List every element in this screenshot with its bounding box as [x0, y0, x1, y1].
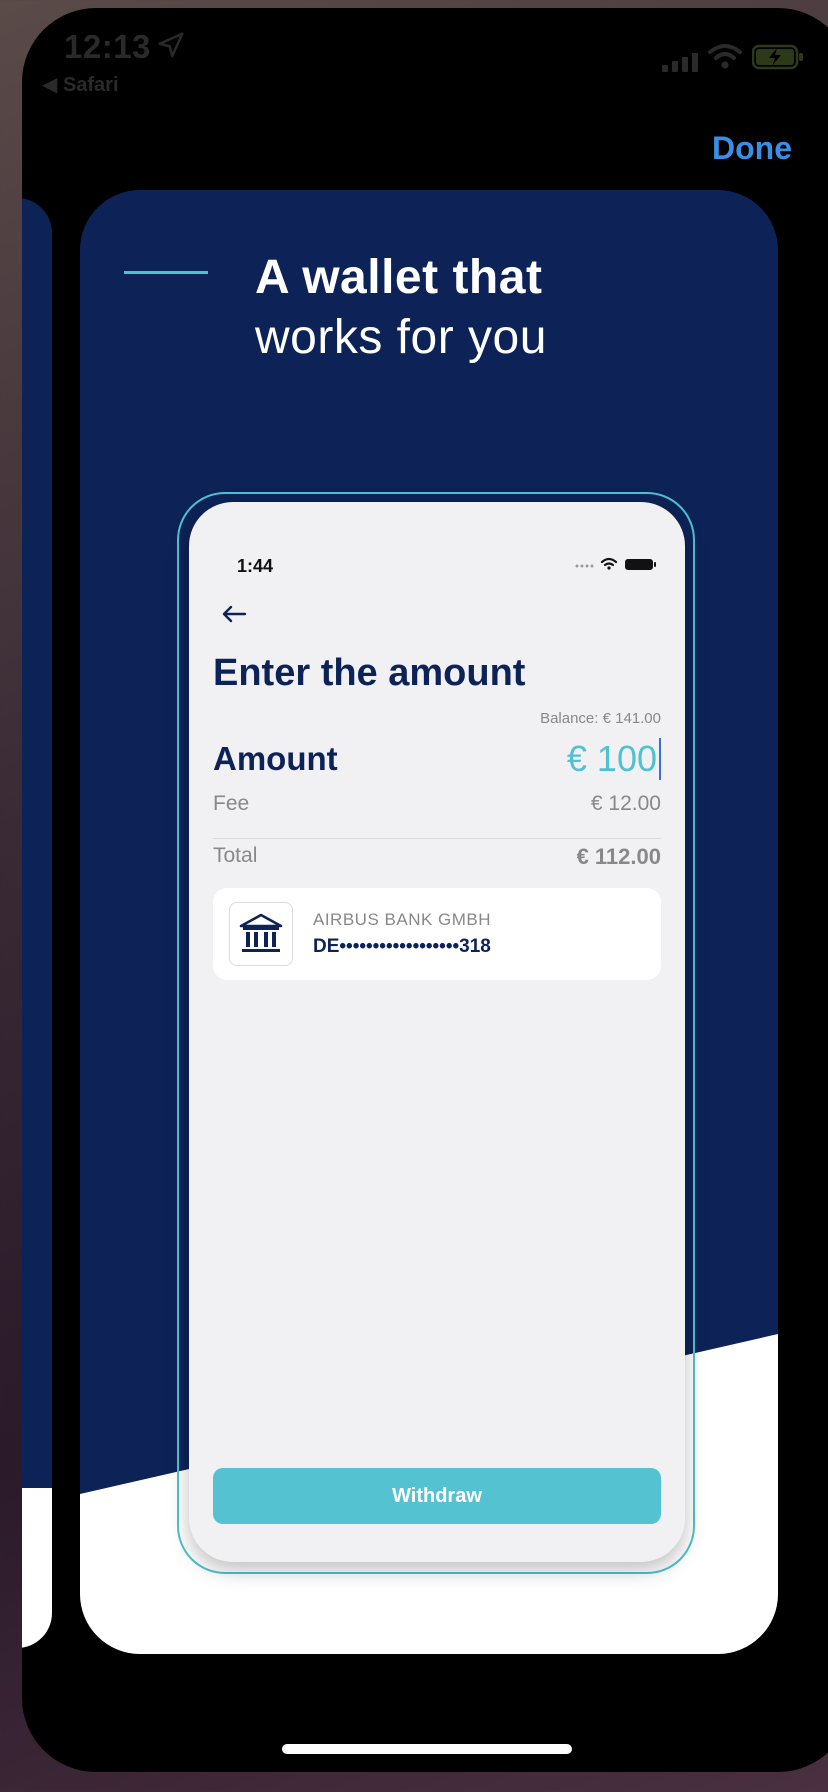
balance-label: Balance: € 141.00	[540, 710, 661, 727]
status-bar: 12:13 ◀ Safari	[22, 8, 828, 108]
fee-value: € 12.00	[590, 792, 661, 815]
amount-label: Amount	[213, 740, 338, 777]
headline-accent-line	[124, 271, 208, 274]
previous-card-bottom	[22, 1488, 52, 1648]
home-indicator[interactable]	[282, 1744, 572, 1754]
headline-regular: works for you	[255, 311, 547, 364]
phone-status-icons	[575, 557, 656, 570]
phone-status-time: 1:44	[237, 556, 274, 576]
page-title: Enter the amount	[213, 652, 526, 694]
total-value: € 112.00	[576, 844, 661, 869]
fee-label: Fee	[213, 792, 250, 815]
bank-iban: DE••••••••••••••••••318	[313, 936, 491, 957]
withdraw-button[interactable]: Withdraw	[213, 1468, 661, 1524]
phone-mockup: 1:44 Enter the amount Balance: € 141.00 …	[189, 502, 685, 1562]
bank-account-card[interactable]: AIRBUS BANK GMBH DE••••••••••••••••••318	[213, 888, 661, 980]
headline-bold: A wallet that	[255, 251, 543, 304]
bank-name: AIRBUS BANK GMBH	[313, 910, 492, 929]
previous-screenshot-card[interactable]	[22, 198, 52, 1648]
app-screenshot-card[interactable]: A wallet that works for you 1:44 Enter t…	[80, 190, 778, 1654]
done-button[interactable]: Done	[712, 130, 792, 167]
total-label: Total	[213, 844, 258, 867]
device-frame: 12:13 ◀ Safari Done A wallet that works …	[22, 8, 828, 1772]
divider	[213, 838, 661, 839]
back-to-safari-link[interactable]: ◀ Safari	[42, 72, 119, 97]
signal-icon	[662, 53, 698, 72]
amount-input[interactable]: € 100	[567, 738, 661, 780]
bank-icon	[229, 902, 293, 966]
wifi-icon	[708, 44, 742, 69]
location-arrow-icon	[158, 32, 184, 58]
status-time: 12:13	[64, 28, 151, 65]
battery-charging-icon	[752, 44, 803, 70]
arrow-left-icon[interactable]	[221, 600, 247, 631]
